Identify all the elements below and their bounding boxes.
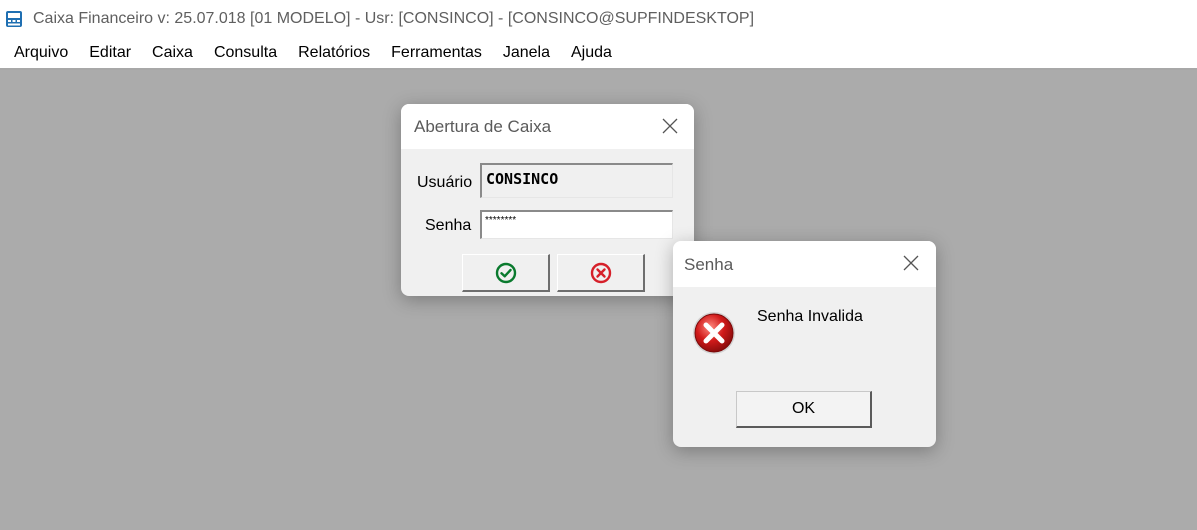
confirm-button[interactable]	[462, 254, 550, 292]
error-dialog: Senha Senha Invalida OK	[673, 241, 936, 447]
close-icon[interactable]	[901, 253, 921, 273]
menu-consulta[interactable]: Consulta	[204, 36, 288, 69]
menu-arquivo[interactable]: Arquivo	[4, 36, 79, 69]
menu-editar[interactable]: Editar	[79, 36, 142, 69]
check-circle-icon	[495, 262, 516, 283]
user-field[interactable]: CONSINCO	[480, 163, 673, 198]
login-dialog: Abertura de Caixa Usuário CONSINCO Senha…	[401, 104, 694, 296]
menu-caixa[interactable]: Caixa	[142, 36, 204, 69]
cancel-button[interactable]	[557, 254, 645, 292]
login-dialog-titlebar: Abertura de Caixa	[401, 104, 694, 149]
menu-bar: Arquivo Editar Caixa Consulta Relatórios…	[0, 37, 1197, 70]
error-dialog-title: Senha	[684, 255, 734, 274]
login-dialog-title: Abertura de Caixa	[414, 117, 552, 136]
error-dialog-titlebar: Senha	[673, 241, 936, 287]
title-bar: Caixa Financeiro v: 25.07.018 [01 MODELO…	[0, 0, 1197, 37]
window-title: Caixa Financeiro v: 25.07.018 [01 MODELO…	[33, 9, 755, 27]
password-field[interactable]: ********	[480, 210, 673, 239]
menu-ferramentas[interactable]: Ferramentas	[381, 36, 493, 69]
menu-ajuda[interactable]: Ajuda	[561, 36, 623, 69]
error-icon	[693, 312, 735, 354]
ok-button[interactable]: OK	[736, 391, 872, 428]
cash-register-icon	[6, 10, 22, 27]
menu-relatorios[interactable]: Relatórios	[288, 36, 381, 69]
x-circle-icon	[590, 262, 611, 283]
close-icon[interactable]	[660, 116, 680, 136]
password-label: Senha	[425, 217, 472, 234]
error-message: Senha Invalida	[757, 308, 863, 325]
menu-janela[interactable]: Janela	[493, 36, 561, 69]
user-label: Usuário	[417, 174, 473, 191]
